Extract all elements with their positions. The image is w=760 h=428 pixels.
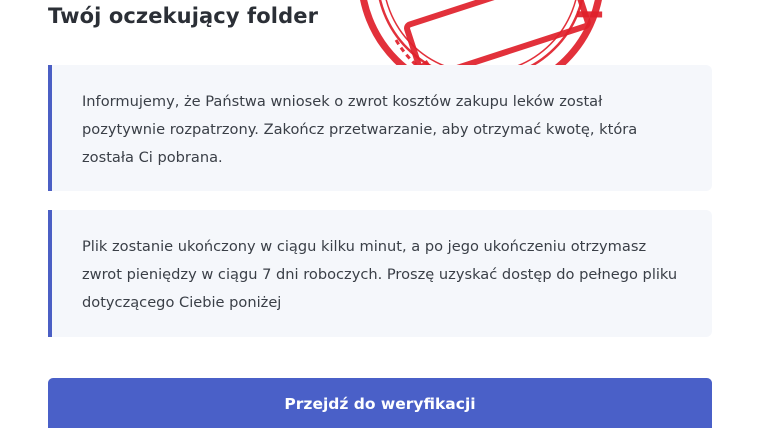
page-title: Twój oczekujący folder — [48, 4, 319, 28]
verify-button[interactable]: Przejdź do weryfikacji — [48, 378, 712, 428]
notice-refund-info-text: Plik zostanie ukończony w ciągu kilku mi… — [82, 238, 678, 311]
notice-refund-info: Plik zostanie ukończony w ciągu kilku mi… — [48, 210, 712, 337]
notice-approval: Informujemy, że Państwa wniosek o zwrot … — [48, 65, 712, 191]
notice-approval-text: Informujemy, że Państwa wniosek o zwrot … — [82, 93, 638, 166]
verify-button-label: Przejdź do weryfikacji — [284, 394, 476, 413]
page: Twój oczekujący folder Informujemy, że P… — [0, 0, 760, 428]
